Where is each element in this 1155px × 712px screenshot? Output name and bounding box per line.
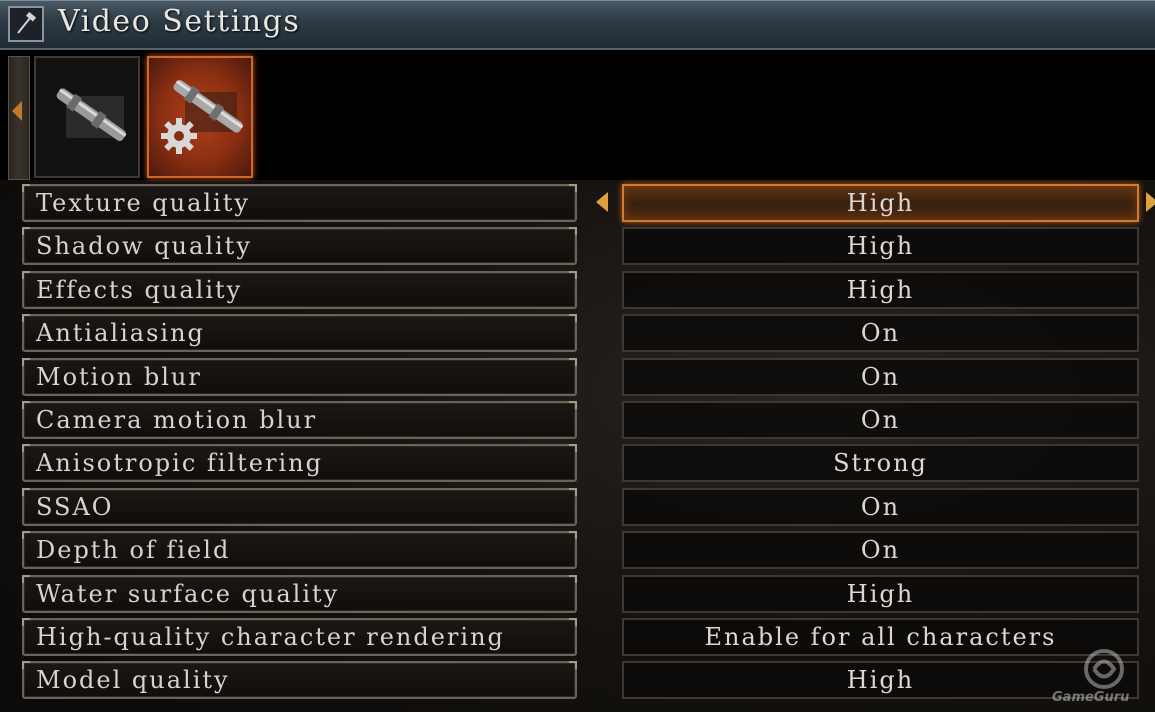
setting-value: On xyxy=(860,536,901,564)
setting-label-box[interactable]: Anisotropic filtering xyxy=(22,444,577,482)
setting-value: On xyxy=(860,406,901,434)
setting-value-selector[interactable]: Strong xyxy=(622,444,1139,482)
setting-value-selector[interactable]: High xyxy=(622,271,1139,309)
setting-value: High xyxy=(846,580,915,608)
setting-row[interactable]: Depth of field On xyxy=(0,531,1155,571)
setting-value: High xyxy=(846,276,915,304)
setting-label: Depth of field xyxy=(36,536,231,564)
watermark-logo-icon xyxy=(1084,649,1124,689)
setting-label-box[interactable]: Camera motion blur xyxy=(22,401,577,439)
setting-label: Texture quality xyxy=(36,189,250,217)
setting-value: On xyxy=(860,363,901,391)
binoculars-gear-icon xyxy=(161,80,244,154)
setting-row[interactable]: Model quality High xyxy=(0,661,1155,701)
setting-value: Strong xyxy=(833,449,928,477)
setting-value-selector[interactable]: On xyxy=(622,358,1139,396)
setting-value-selector[interactable]: High xyxy=(622,227,1139,265)
setting-value: On xyxy=(860,493,901,521)
setting-row[interactable]: Water surface quality High xyxy=(0,575,1155,615)
page-title: Video Settings xyxy=(58,4,301,39)
setting-label: Effects quality xyxy=(36,276,243,304)
watermark: GameGuru xyxy=(1046,648,1146,708)
setting-label: Motion blur xyxy=(36,363,202,391)
setting-label-box[interactable]: Water surface quality xyxy=(22,575,577,613)
setting-row[interactable]: Camera motion blur On xyxy=(0,401,1155,441)
setting-value-selector[interactable]: High xyxy=(622,184,1139,222)
setting-value-selector[interactable]: On xyxy=(622,531,1139,569)
tab-settings-general[interactable] xyxy=(34,56,140,178)
setting-label: Shadow quality xyxy=(36,232,252,260)
setting-row[interactable]: Texture quality High xyxy=(0,184,1155,224)
setting-label-box[interactable]: SSAO xyxy=(22,488,577,526)
setting-value-selector[interactable]: On xyxy=(622,314,1139,352)
hammer-icon xyxy=(8,6,44,42)
setting-row[interactable]: Effects quality High xyxy=(0,271,1155,311)
setting-label-box[interactable]: Model quality xyxy=(22,661,577,699)
video-settings-screen: Video Settings Texture quality High Shad… xyxy=(0,0,1155,712)
setting-label-box[interactable]: Motion blur xyxy=(22,358,577,396)
setting-row[interactable]: Motion blur On xyxy=(0,358,1155,398)
binoculars-icon xyxy=(56,88,127,142)
tab-scroll-left-button[interactable] xyxy=(8,56,30,180)
setting-label-box[interactable]: High-quality character rendering xyxy=(22,618,577,656)
setting-row[interactable]: Antialiasing On xyxy=(0,314,1155,354)
setting-label: Model quality xyxy=(36,666,230,694)
setting-value-selector[interactable]: On xyxy=(622,401,1139,439)
setting-value: Enable for all characters xyxy=(704,623,1057,651)
setting-value: High xyxy=(846,189,915,217)
setting-label: Antialiasing xyxy=(36,319,205,347)
setting-label: Water surface quality xyxy=(36,580,340,608)
setting-value-selector[interactable]: On xyxy=(622,488,1139,526)
setting-label-box[interactable]: Antialiasing xyxy=(22,314,577,352)
chevron-left-icon[interactable] xyxy=(596,192,608,212)
setting-row[interactable]: High-quality character rendering Enable f… xyxy=(0,618,1155,658)
setting-label-box[interactable]: Shadow quality xyxy=(22,227,577,265)
setting-row[interactable]: Anisotropic filtering Strong xyxy=(0,444,1155,484)
setting-value: High xyxy=(846,232,915,260)
setting-label: SSAO xyxy=(36,493,114,521)
setting-label-box[interactable]: Effects quality xyxy=(22,271,577,309)
setting-label: High-quality character rendering xyxy=(36,623,505,651)
title-bar: Video Settings xyxy=(0,0,1155,50)
setting-value: On xyxy=(860,319,901,347)
watermark-text: GameGuru xyxy=(1052,690,1130,705)
setting-label-box[interactable]: Depth of field xyxy=(22,531,577,569)
setting-row[interactable]: Shadow quality High xyxy=(0,227,1155,267)
setting-label: Camera motion blur xyxy=(36,406,318,434)
tab-settings-video[interactable] xyxy=(147,56,253,178)
setting-label-box[interactable]: Texture quality xyxy=(22,184,577,222)
chevron-left-icon xyxy=(12,101,22,121)
setting-row[interactable]: SSAO On xyxy=(0,488,1155,528)
setting-value-selector[interactable]: High xyxy=(622,575,1139,613)
chevron-right-icon[interactable] xyxy=(1146,192,1155,212)
setting-label: Anisotropic filtering xyxy=(36,449,323,477)
